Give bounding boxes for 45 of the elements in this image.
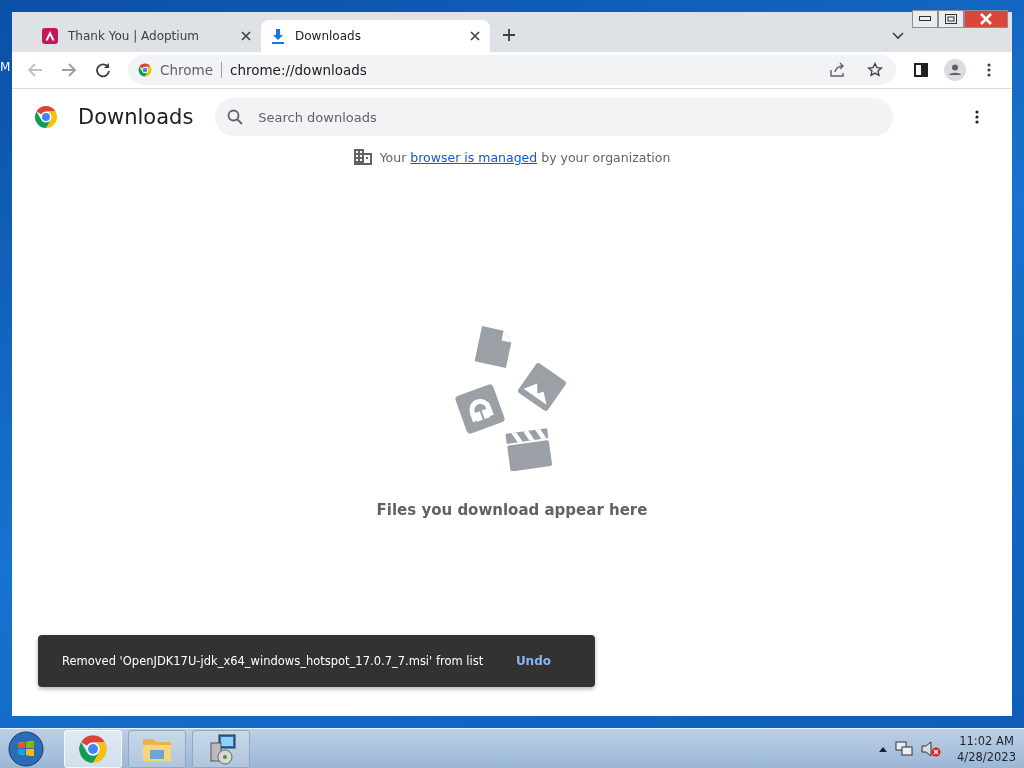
clock-date[interactable]: 4/28/2023 [957,749,1016,764]
network-icon[interactable] [895,740,914,757]
tab-search-button[interactable] [890,30,906,42]
snackbar-message: Removed 'OpenJDK17U-jdk_x64_windows_hotspot_17.0.7_7.msi' from list [62,654,485,668]
profile-avatar-icon[interactable] [944,59,966,81]
star-icon[interactable] [867,62,883,78]
close-tab-icon[interactable] [241,31,251,41]
desktop-label: M [0,60,11,74]
forward-arrow-icon[interactable] [61,62,77,78]
site-chip: Chrome [160,62,222,78]
menu-icon[interactable] [987,63,991,77]
browser-tab[interactable]: Downloads [261,20,490,52]
start-button[interactable] [8,730,44,767]
taskbar-app-button[interactable] [192,729,250,768]
share-icon[interactable] [829,62,845,78]
chrome-logo-icon [34,105,58,129]
search-field[interactable]: Search downloads [215,98,894,136]
chrome-icon [138,63,152,77]
restore-icon [945,14,957,24]
browser-tab[interactable]: Thank You | Adoptium [32,20,261,52]
clock-time[interactable]: 11:02 AM [959,733,1014,748]
page-title: Downloads [78,105,194,129]
search-icon [227,109,244,125]
close-icon [979,13,993,25]
maximize-button[interactable] [938,10,964,28]
chrome-icon [78,733,108,764]
empty-message: Files you download appear here [376,501,648,519]
tray-expand-icon[interactable] [879,745,888,752]
minimize-button[interactable] [912,10,938,28]
muted-speaker-icon[interactable] [921,740,942,757]
minimize-icon [919,16,931,22]
side-panel-icon[interactable] [914,63,928,77]
managed-link[interactable]: browser is managed [410,149,538,165]
close-tab-icon[interactable] [470,31,480,41]
address-bar[interactable]: Chrome chrome://downloads [128,55,896,85]
building-icon [353,149,372,165]
undo-button[interactable]: Undo [505,650,561,672]
close-button[interactable] [964,10,1008,28]
new-tab-button[interactable] [500,26,518,44]
managed-notice: Your browser is managed by your organization [379,149,671,165]
url-text: chrome://downloads [229,62,368,78]
reload-icon[interactable] [95,62,111,78]
download-icon [271,28,285,44]
adoptium-logo-icon [42,28,58,44]
more-options-icon[interactable] [975,110,979,124]
